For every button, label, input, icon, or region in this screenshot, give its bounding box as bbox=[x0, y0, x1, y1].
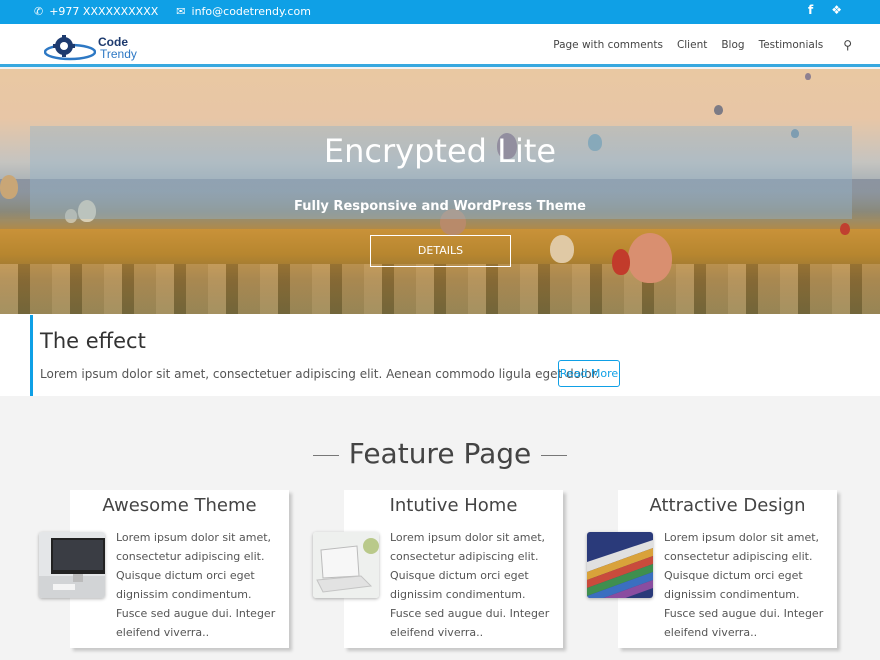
nav-item-page-with-comments[interactable]: Page with comments bbox=[553, 39, 663, 51]
feature-section-title: Feature Page bbox=[0, 437, 880, 470]
email-link[interactable]: info@codetrendy.com bbox=[192, 5, 311, 18]
nav-item-testimonials[interactable]: Testimonials bbox=[759, 39, 824, 51]
effect-text: Lorem ipsum dolor sit amet, consectetuer… bbox=[40, 367, 600, 381]
search-icon[interactable]: ⚲ bbox=[843, 39, 852, 51]
balloon-image bbox=[714, 105, 723, 115]
feature-card-text: Lorem ipsum dolor sit amet, consectetur … bbox=[390, 531, 550, 639]
hero-slider: Encrypted Lite Fully Responsive and Word… bbox=[0, 69, 880, 314]
balloon-image bbox=[840, 223, 850, 235]
feature-card-title: Intutive Home bbox=[389, 495, 518, 516]
social-links: f ❖ bbox=[808, 4, 842, 16]
feature-card-title: Awesome Theme bbox=[102, 495, 257, 516]
details-button[interactable]: DETAILS bbox=[370, 235, 511, 267]
title-dash-left bbox=[312, 454, 339, 456]
main-nav: Page with comments Client Blog Testimoni… bbox=[539, 39, 852, 51]
site-logo[interactable]: Code Trendy bbox=[44, 34, 137, 62]
site-header: Code Trendy Page with comments Client Bl… bbox=[0, 24, 880, 67]
read-more-button[interactable]: Read More bbox=[558, 360, 620, 387]
phone-number: +977 XXXXXXXXXX bbox=[49, 5, 159, 18]
hero-rocks bbox=[0, 264, 880, 314]
accent-bar bbox=[30, 315, 33, 396]
nav-item-client[interactable]: Client bbox=[677, 39, 707, 51]
balloon-image bbox=[805, 73, 811, 80]
top-bar: ✆ +977 XXXXXXXXXX ✉ info@codetrendy.com … bbox=[0, 0, 880, 24]
feature-card-text: Lorem ipsum dolor sit amet, consectetur … bbox=[116, 531, 276, 639]
title-dash-right bbox=[541, 454, 568, 456]
feature-card-text: Lorem ipsum dolor sit amet, consectetur … bbox=[664, 531, 824, 639]
feature-card-title: Attractive Design bbox=[649, 495, 806, 516]
twitter-icon[interactable]: ❖ bbox=[831, 4, 842, 16]
balloon-image bbox=[628, 233, 672, 283]
color-swatch-image bbox=[587, 532, 653, 598]
phone-icon: ✆ bbox=[34, 5, 44, 18]
balloon-image bbox=[550, 235, 574, 263]
hero-subtitle: Fully Responsive and WordPress Theme bbox=[294, 199, 586, 214]
balloon-image bbox=[612, 249, 630, 275]
facebook-icon[interactable]: f bbox=[808, 4, 813, 16]
effect-callout: The effect Lorem ipsum dolor sit amet, c… bbox=[0, 314, 880, 396]
imac-image bbox=[39, 532, 105, 598]
contact-info: ✆ +977 XXXXXXXXXX ✉ info@codetrendy.com bbox=[34, 5, 311, 18]
logo-text-trendy: Trendy bbox=[100, 47, 137, 61]
logo-gear-icon bbox=[44, 35, 96, 61]
feature-title-text: Feature Page bbox=[348, 437, 532, 470]
hero-title: Encrypted Lite bbox=[323, 132, 557, 170]
laptop-image bbox=[313, 532, 379, 598]
envelope-icon: ✉ bbox=[176, 5, 186, 18]
effect-title: The effect bbox=[40, 329, 146, 353]
nav-item-blog[interactable]: Blog bbox=[721, 39, 744, 51]
balloon-image bbox=[0, 175, 18, 199]
